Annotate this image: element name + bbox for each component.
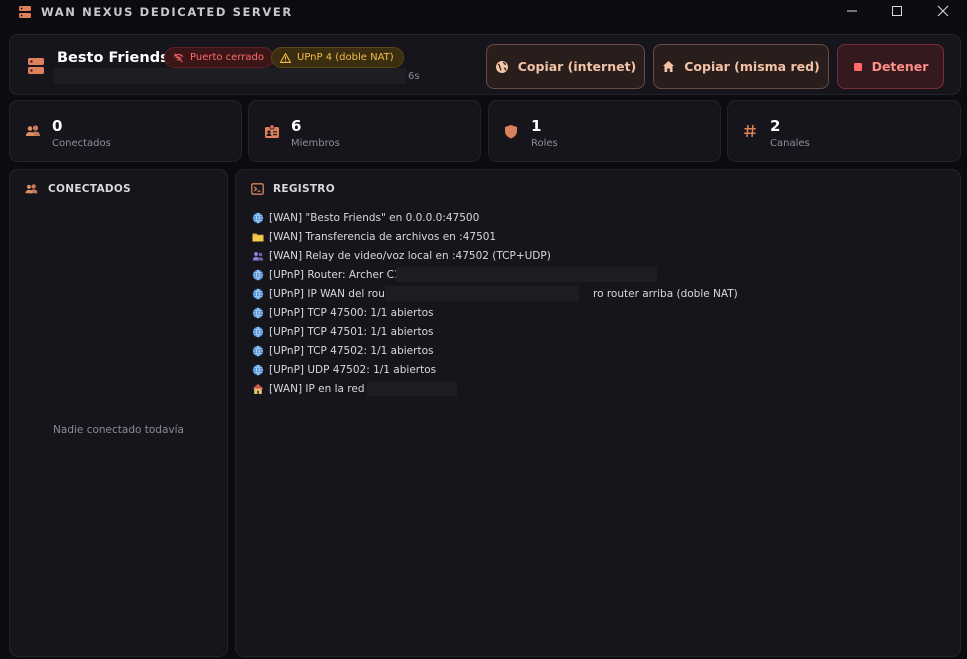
empty-state-text: Nadie conectado todavía — [53, 424, 184, 436]
hash-icon — [744, 124, 756, 138]
users-icon — [26, 125, 40, 136]
copy-internet-button[interactable]: Copiar (internet) — [486, 44, 645, 89]
log-entry-suffix: ro router arriba (doble NAT) — [593, 287, 738, 300]
stat-label: Roles — [531, 138, 558, 149]
copy-internet-label: Copiar (internet) — [517, 59, 637, 74]
close-icon — [937, 5, 949, 17]
log-entry: [UPnP] TCP 47500: 1/1 abiertos — [252, 303, 551, 322]
log-entry: [UPnP] TCP 47502: 1/1 abiertos — [252, 341, 551, 360]
stat-value: 0 — [52, 117, 63, 135]
stat-value: 2 — [770, 117, 781, 135]
globe-icon — [252, 212, 264, 224]
connected-title-label: CONECTADOS — [48, 183, 131, 195]
title-bar: WAN NEXUS DEDICATED SERVER — [0, 0, 967, 24]
home-icon — [252, 383, 264, 395]
people-icon — [252, 250, 264, 262]
stat-card-channels: 2 Canales — [727, 100, 961, 162]
folder-icon — [252, 231, 264, 243]
server-icon — [28, 58, 44, 74]
stat-label: Miembros — [291, 138, 340, 149]
terminal-icon — [251, 183, 264, 195]
log-entry: [UPnP] Router: Archer C120( — [252, 265, 657, 284]
globe-icon — [252, 269, 264, 281]
log-entry-text: [WAN] "Besto Friends" en 0.0.0.0:47500 — [269, 211, 480, 224]
log-entry: [UPnP] TCP 47501: 1/1 abiertos — [252, 322, 551, 341]
minimize-icon — [847, 10, 857, 12]
log-entry-text: [WAN] Transferencia de archivos en :4750… — [269, 230, 497, 243]
log-entry: [UPnP] IP WAN del router: ro router arrib… — [252, 284, 738, 303]
log-entry-text: [UPnP] UDP 47502: 1/1 abiertos — [269, 363, 437, 376]
stat-value: 1 — [531, 117, 542, 135]
log-list: [WAN] "Besto Friends" en 0.0.0.0:47500 [W… — [252, 208, 738, 398]
log-entry: [UPnP] UDP 47502: 1/1 abiertos — [252, 360, 551, 379]
log-entry: [WAN] "Besto Friends" en 0.0.0.0:47500 — [252, 208, 551, 227]
globe-icon — [252, 288, 264, 300]
globe-icon — [252, 326, 264, 338]
stat-value: 6 — [291, 117, 302, 135]
upnp-status-badge: UPnP 4 (doble NAT) — [271, 47, 404, 68]
stat-label: Canales — [770, 138, 810, 149]
stat-card-members: 6 Miembros — [248, 100, 481, 162]
log-entry-text: [WAN] Relay de video/voz local en :47502… — [269, 249, 551, 262]
users-icon — [25, 184, 38, 194]
copy-local-button[interactable]: Copiar (misma red) — [653, 44, 829, 89]
id-badge-icon — [265, 124, 279, 138]
warning-icon — [280, 52, 291, 63]
home-icon — [663, 61, 675, 72]
log-entry: [WAN] Transferencia de archivos en :4750… — [252, 227, 551, 246]
upnp-status-label: UPnP 4 (doble NAT) — [297, 52, 394, 63]
port-status-badge: Puerto cerrado — [164, 47, 274, 68]
log-title: REGISTRO — [251, 183, 335, 195]
server-icon — [19, 6, 31, 18]
server-name: Besto Friends — [57, 50, 169, 66]
server-header: Besto Friends Puerto cerrado UPnP 4 (dob… — [9, 34, 961, 95]
log-panel[interactable]: REGISTRO [WAN] "Besto Friends" en 0.0.0.… — [235, 169, 961, 657]
log-entry: [WAN] Relay de video/voz local en :47502… — [252, 246, 551, 265]
stat-label: Conectados — [52, 138, 111, 149]
stat-card-roles: 1 Roles — [488, 100, 721, 162]
globe-icon — [252, 364, 264, 376]
connected-panel: CONECTADOS Nadie conectado todavía — [9, 169, 228, 657]
shield-icon — [505, 125, 517, 139]
globe-icon — [252, 307, 264, 319]
port-status-label: Puerto cerrado — [190, 52, 264, 63]
close-button[interactable] — [920, 0, 966, 22]
redacted-value — [367, 381, 457, 396]
maximize-icon — [892, 6, 902, 16]
log-entry-text: [UPnP] IP WAN del router: — [269, 287, 404, 300]
log-title-label: REGISTRO — [273, 183, 335, 195]
window-title: WAN NEXUS DEDICATED SERVER — [41, 5, 293, 19]
redacted-address — [54, 68, 406, 84]
stop-button[interactable]: Detener — [837, 44, 944, 89]
copy-local-label: Copiar (misma red) — [684, 59, 820, 74]
maximize-button[interactable] — [874, 0, 920, 22]
minimize-button[interactable] — [829, 0, 875, 22]
redacted-value — [396, 267, 657, 282]
globe-icon — [495, 60, 508, 73]
stop-label: Detener — [871, 59, 929, 74]
redacted-value — [385, 286, 579, 301]
connected-title: CONECTADOS — [24, 183, 131, 195]
uptime: 6s — [408, 71, 420, 82]
stat-card-connected: 0 Conectados — [9, 100, 242, 162]
log-entry-text: [UPnP] TCP 47500: 1/1 abiertos — [269, 306, 434, 319]
globe-icon — [252, 345, 264, 357]
log-entry: [WAN] IP en la red loca — [252, 379, 551, 398]
log-entry-text: [UPnP] TCP 47502: 1/1 abiertos — [269, 344, 434, 357]
log-entry-text: [UPnP] TCP 47501: 1/1 abiertos — [269, 325, 434, 338]
stop-icon — [853, 62, 862, 71]
wifi-off-icon — [173, 52, 184, 63]
